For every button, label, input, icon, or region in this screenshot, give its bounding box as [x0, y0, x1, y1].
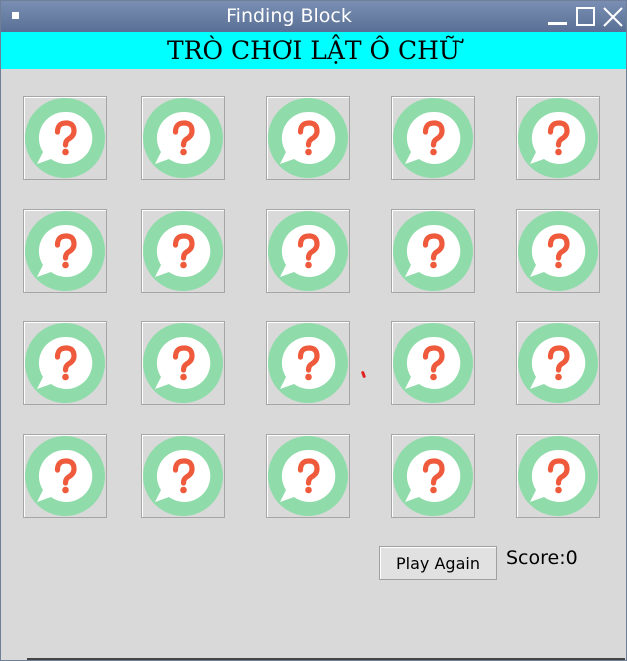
question-bubble-icon	[268, 211, 348, 291]
tile-r3-c4[interactable]	[391, 321, 475, 405]
tile-r1-c4[interactable]	[391, 96, 475, 180]
tile-r3-c5[interactable]	[516, 321, 600, 405]
question-bubble-icon	[25, 98, 105, 178]
minimize-icon[interactable]	[547, 6, 569, 28]
tile-r2-c1[interactable]	[23, 209, 107, 293]
score-label: Score:0	[506, 547, 578, 569]
tile-r1-c3[interactable]	[266, 96, 350, 180]
question-bubble-icon	[143, 98, 223, 178]
close-icon[interactable]	[602, 6, 624, 28]
question-bubble-icon	[143, 323, 223, 403]
tile-r2-c5[interactable]	[516, 209, 600, 293]
tile-r3-c3[interactable]	[266, 321, 350, 405]
question-bubble-icon	[268, 436, 348, 516]
tile-r2-c3[interactable]	[266, 209, 350, 293]
question-bubble-icon	[393, 98, 473, 178]
stray-red-mark	[360, 370, 367, 379]
game-title-banner: TRÒ CHƠI LẬT Ô CHỮ	[1, 32, 626, 69]
play-again-button[interactable]: Play Again	[379, 546, 497, 580]
question-bubble-icon	[518, 211, 598, 291]
bottom-edge	[27, 658, 625, 660]
tile-r4-c2[interactable]	[141, 434, 225, 518]
title-bar: Finding Block	[1, 1, 626, 32]
question-bubble-icon	[25, 211, 105, 291]
question-bubble-icon	[518, 98, 598, 178]
maximize-icon[interactable]	[575, 6, 597, 28]
question-bubble-icon	[268, 323, 348, 403]
game-window: Finding Block TRÒ CHƠI LẬT Ô CHỮ Play Ag…	[0, 0, 627, 661]
question-bubble-icon	[143, 211, 223, 291]
question-bubble-icon	[393, 323, 473, 403]
tile-r4-c4[interactable]	[391, 434, 475, 518]
tile-r4-c3[interactable]	[266, 434, 350, 518]
tile-r3-c1[interactable]	[23, 321, 107, 405]
tile-r1-c1[interactable]	[23, 96, 107, 180]
tile-r4-c1[interactable]	[23, 434, 107, 518]
tile-r1-c2[interactable]	[141, 96, 225, 180]
question-bubble-icon	[25, 323, 105, 403]
question-bubble-icon	[518, 323, 598, 403]
question-bubble-icon	[25, 436, 105, 516]
question-bubble-icon	[393, 436, 473, 516]
question-bubble-icon	[143, 436, 223, 516]
question-bubble-icon	[393, 211, 473, 291]
window-title: Finding Block	[226, 5, 352, 27]
tile-r3-c2[interactable]	[141, 321, 225, 405]
tile-r1-c5[interactable]	[516, 96, 600, 180]
tile-r2-c2[interactable]	[141, 209, 225, 293]
question-bubble-icon	[268, 98, 348, 178]
tile-r2-c4[interactable]	[391, 209, 475, 293]
question-bubble-icon	[518, 436, 598, 516]
tile-r4-c5[interactable]	[516, 434, 600, 518]
